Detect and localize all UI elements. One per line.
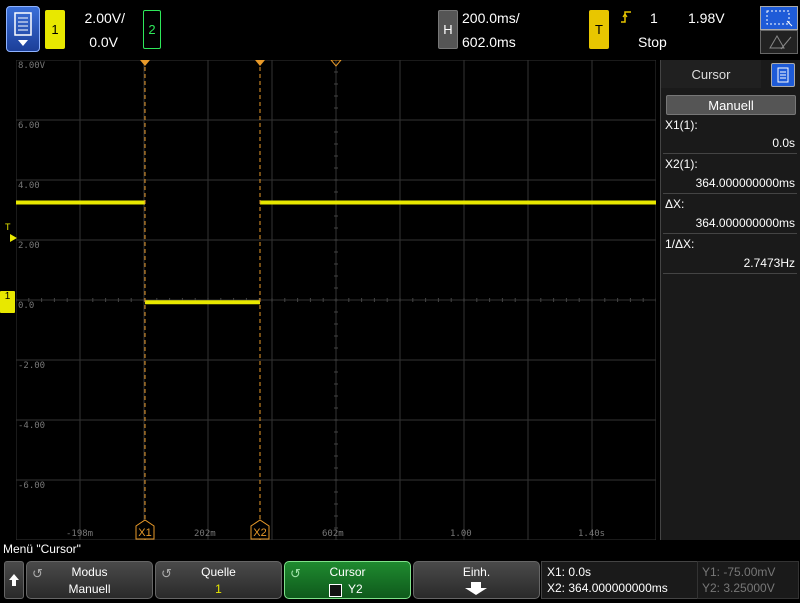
waveform-grid: X1 X2	[16, 60, 656, 540]
cursor-title: Cursor	[329, 565, 366, 579]
rising-edge-icon	[621, 11, 631, 23]
list-icon	[777, 67, 789, 83]
time-delay: 602.0ms	[462, 34, 516, 50]
cursor-mode-display[interactable]: Manuell	[666, 95, 796, 115]
time-label: 1.00	[450, 529, 472, 539]
zoom-select-button[interactable]	[760, 6, 798, 30]
channel-1-scale: 2.00V/	[84, 10, 125, 26]
quelle-title: Quelle	[201, 565, 236, 579]
trigger-button[interactable]: T	[589, 10, 609, 49]
trigger-source: 1	[650, 10, 658, 26]
x2-label: X2(1):	[665, 157, 698, 171]
voltage-label: 0.0	[18, 301, 35, 311]
cursor-tag-label: X2	[253, 527, 266, 539]
channel-2-button[interactable]: 2	[143, 10, 161, 49]
voltage-label: 4.00	[18, 181, 40, 191]
modus-title: Modus	[71, 565, 108, 579]
delta-x-label: ΔX:	[665, 197, 685, 211]
quelle-softkey[interactable]: ↺ Quelle 1	[155, 561, 282, 599]
voltage-label: -4.00	[18, 421, 46, 431]
separator	[663, 193, 797, 194]
delta-icon	[769, 35, 792, 50]
cursor-top-marker	[140, 60, 150, 66]
einheit-title: Einh.	[462, 565, 491, 579]
top-status-bar: 1 2.00V/ 0.0V 2 H 200.0ms/ 602.0ms T 1 1…	[0, 0, 800, 60]
readout-x1: X1: 0.0s	[547, 565, 592, 579]
readout-y1: Y1: -75.00mV	[702, 565, 776, 579]
time-label: 1.40s	[578, 529, 606, 539]
main-menu-button[interactable]	[6, 6, 40, 52]
x2-value: 364.000000000ms	[695, 176, 795, 190]
horizontal-button[interactable]: H	[438, 10, 458, 49]
channel-2-label: 2	[148, 22, 156, 37]
inverse-delta-x-label: 1/ΔX:	[665, 237, 695, 251]
cursor-panel: Cursor Manuell X1(1): 0.0s X2(1): 364.00…	[660, 60, 800, 540]
trigger-level: 1.98V	[688, 10, 725, 26]
voltage-label: 2.00	[18, 241, 40, 251]
run-state: Stop	[638, 34, 667, 50]
quelle-value: 1	[215, 582, 222, 596]
cursor-readout-y: Y1: -75.00mV Y2: 3.25000V	[697, 561, 799, 599]
channel-1-ground-marker[interactable]: 1	[0, 291, 15, 313]
voltage-label: 6.00	[18, 121, 40, 131]
time-scale: 200.0ms/	[462, 10, 520, 26]
arrow-down-icon	[465, 582, 487, 595]
trigger-arrow-icon	[10, 234, 17, 242]
voltage-label: -6.00	[18, 481, 46, 491]
softkey-bar: ↺ Modus Manuell ↺ Quelle 1 ↺ Cursor Y2 E…	[0, 558, 800, 600]
time-label: 202m	[194, 529, 216, 539]
inverse-delta-x-value: 2.7473Hz	[743, 256, 795, 270]
channel-1-button[interactable]: 1	[45, 10, 65, 49]
waveform-display[interactable]: X1 X2 8.00V 6.00 4.00 2.00 0.0 -2.00 -4.00 -6.00…	[16, 60, 656, 540]
delta-measure-button[interactable]	[760, 30, 798, 54]
back-button[interactable]	[4, 561, 24, 599]
arrow-up-icon	[9, 574, 19, 586]
zoom-box-icon	[766, 10, 793, 27]
time-label: -198m	[66, 529, 94, 539]
menu-title-bar: Menü "Cursor"	[0, 540, 800, 558]
cursor-readout-x: X1: 0.0s X2: 364.000000000ms	[541, 561, 698, 599]
cursor-tag-label: X1	[138, 527, 151, 539]
einheit-softkey[interactable]: Einh.	[413, 561, 540, 599]
separator	[663, 233, 797, 234]
x1-value: 0.0s	[772, 136, 795, 150]
separator	[663, 273, 797, 274]
trigger-label: T	[595, 22, 603, 37]
cursor-softkey[interactable]: ↺ Cursor Y2	[284, 561, 411, 599]
panel-title: Cursor	[661, 60, 761, 88]
modus-softkey[interactable]: ↺ Modus Manuell	[26, 561, 153, 599]
horizontal-label: H	[443, 22, 453, 37]
menu-list-icon	[14, 12, 32, 46]
cursor-value: Y2	[348, 582, 363, 596]
menu-title: Menü "Cursor"	[3, 542, 81, 556]
readout-y2: Y2: 3.25000V	[702, 581, 775, 595]
channel-1-offset: 0.0V	[89, 34, 118, 50]
x1-label: X1(1):	[665, 118, 698, 132]
channel-1-label: 1	[51, 22, 59, 37]
cursor-top-marker	[255, 60, 265, 66]
ground-marker-label: 1	[4, 291, 11, 302]
panel-menu-button[interactable]	[771, 63, 795, 87]
voltage-label: 8.00V	[18, 61, 46, 71]
readout-x2: X2: 364.000000000ms	[547, 581, 668, 595]
trigger-level-marker: T	[5, 222, 11, 232]
time-label: 602m	[322, 529, 344, 539]
voltage-label: -2.00	[18, 361, 46, 371]
separator	[663, 153, 797, 154]
cursor-checkbox	[329, 584, 342, 597]
modus-value: Manuell	[68, 582, 111, 596]
delta-x-value: 364.000000000ms	[695, 216, 795, 230]
